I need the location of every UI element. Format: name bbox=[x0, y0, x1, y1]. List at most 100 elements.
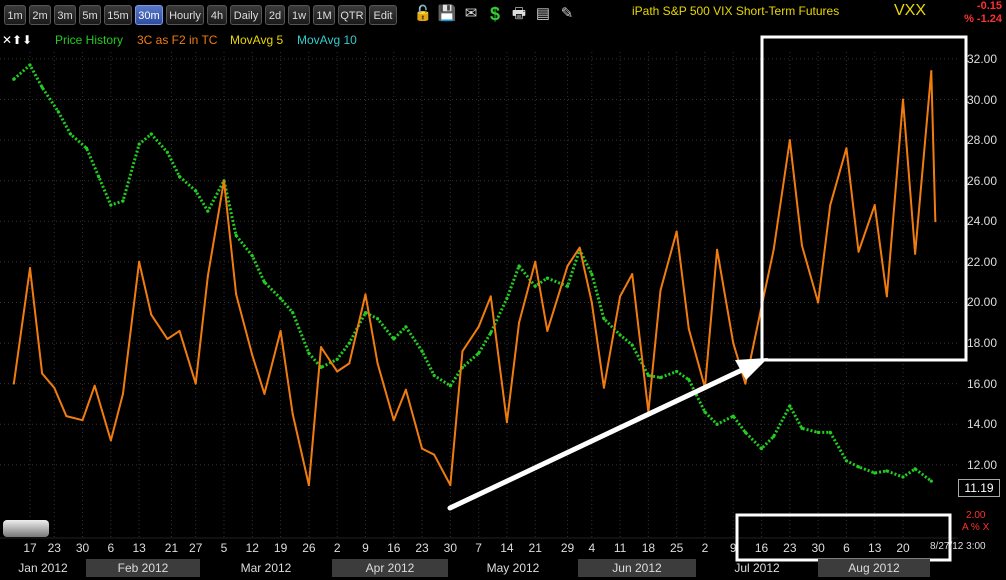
x-tick-label: 27 bbox=[189, 541, 203, 555]
price-point bbox=[913, 467, 917, 471]
price-point bbox=[68, 132, 73, 136]
indicator-flags: A % X bbox=[962, 522, 990, 533]
indicator-point bbox=[449, 484, 452, 487]
month-label: Aug 2012 bbox=[818, 559, 930, 577]
x-tick-label: 21 bbox=[528, 541, 542, 555]
price-point bbox=[278, 296, 283, 301]
x-tick-label: 16 bbox=[387, 541, 401, 555]
indicator-point bbox=[631, 273, 634, 276]
price-point bbox=[84, 146, 89, 150]
x-tick-label: 13 bbox=[132, 541, 146, 555]
x-tick-label: 23 bbox=[783, 541, 797, 555]
indicator-point bbox=[914, 252, 917, 255]
indicator-point bbox=[404, 388, 407, 391]
y-tick-label: 18.00 bbox=[967, 336, 998, 351]
price-point bbox=[432, 373, 436, 378]
price-point bbox=[788, 404, 792, 408]
indicator-point bbox=[150, 313, 153, 316]
x-tick-label: 26 bbox=[302, 541, 316, 555]
indicator-point bbox=[29, 266, 31, 269]
x-tick-label: 12 bbox=[245, 541, 259, 555]
price-point bbox=[901, 475, 905, 479]
x-tick-label: 2 bbox=[333, 541, 341, 555]
price-point bbox=[335, 357, 339, 361]
indicator-point bbox=[320, 346, 322, 349]
price-point bbox=[375, 317, 380, 321]
x-tick-label: 21 bbox=[164, 541, 179, 555]
x-tick-label: 16 bbox=[754, 541, 769, 555]
indicator-point bbox=[902, 98, 904, 101]
indicator-point bbox=[279, 329, 282, 332]
y-tick-label: 20.00 bbox=[967, 295, 998, 310]
price-point bbox=[873, 471, 877, 475]
price-point bbox=[404, 325, 408, 329]
indicator-point bbox=[178, 329, 181, 332]
x-tick-label: 18 bbox=[641, 541, 656, 555]
x-tick-label: 6 bbox=[843, 541, 850, 555]
indicator-point bbox=[477, 325, 480, 328]
price-point bbox=[250, 254, 254, 258]
indicator-point bbox=[364, 293, 367, 296]
price-point bbox=[347, 341, 351, 345]
price-point bbox=[234, 233, 238, 238]
indicator-point bbox=[744, 382, 747, 385]
indicator-point bbox=[166, 338, 169, 341]
x-tick-label: 9 bbox=[362, 541, 369, 555]
indicator-point bbox=[534, 260, 537, 263]
price-point bbox=[675, 369, 679, 374]
scroll-handle[interactable] bbox=[3, 520, 49, 537]
indicator-point bbox=[41, 372, 44, 375]
price-point bbox=[828, 430, 832, 434]
y-tick-label: 30.00 bbox=[967, 92, 998, 107]
indicator-point bbox=[263, 392, 266, 395]
indicator-point bbox=[194, 382, 197, 385]
price-point bbox=[194, 189, 198, 193]
indicator-point bbox=[223, 179, 225, 182]
indicator-point bbox=[235, 293, 238, 296]
price-point bbox=[630, 343, 634, 347]
price-point bbox=[856, 465, 861, 469]
indicator-point bbox=[505, 421, 508, 424]
y-tick-label: 22.00 bbox=[967, 254, 998, 269]
indicator-point bbox=[732, 342, 735, 345]
price-point bbox=[800, 426, 804, 430]
price-history-line bbox=[12, 63, 933, 483]
price-point bbox=[137, 142, 141, 146]
indicator-point bbox=[578, 246, 581, 249]
x-tick-label: 13 bbox=[868, 541, 882, 555]
price-point bbox=[743, 430, 747, 434]
price-point bbox=[731, 414, 735, 418]
date-stamp: 8/27/12 3:00 bbox=[930, 541, 986, 552]
indicator-point bbox=[675, 230, 678, 233]
price-point bbox=[28, 63, 32, 67]
price-point bbox=[646, 373, 650, 378]
price-point bbox=[565, 284, 570, 288]
price-point bbox=[392, 337, 396, 341]
indicator-point bbox=[546, 329, 549, 332]
indicator-point bbox=[251, 354, 254, 357]
indicator-point bbox=[81, 419, 84, 422]
price-point bbox=[477, 351, 481, 355]
price-chart[interactable] bbox=[0, 0, 1006, 580]
annotation-arrow bbox=[447, 367, 745, 511]
price-point bbox=[687, 378, 691, 382]
indicator-point bbox=[829, 204, 832, 207]
price-point bbox=[505, 296, 509, 301]
indicator-point bbox=[93, 384, 96, 387]
x-tick-label: 5 bbox=[220, 541, 228, 555]
indicator-point bbox=[461, 350, 464, 353]
x-tick-label: 6 bbox=[107, 541, 115, 555]
indicator-point bbox=[489, 295, 492, 298]
price-point bbox=[121, 199, 125, 203]
x-tick-label: 14 bbox=[500, 541, 514, 555]
indicator-point bbox=[392, 419, 395, 422]
price-point bbox=[420, 349, 424, 353]
y-tick-label: 16.00 bbox=[967, 376, 998, 391]
price-point bbox=[703, 410, 707, 414]
price-point bbox=[40, 85, 44, 89]
indicator-point bbox=[590, 301, 593, 304]
month-label: Jun 2012 bbox=[578, 559, 696, 577]
indicator-point bbox=[845, 147, 848, 150]
x-tick-label: 2 bbox=[701, 541, 709, 555]
price-point bbox=[545, 276, 549, 280]
